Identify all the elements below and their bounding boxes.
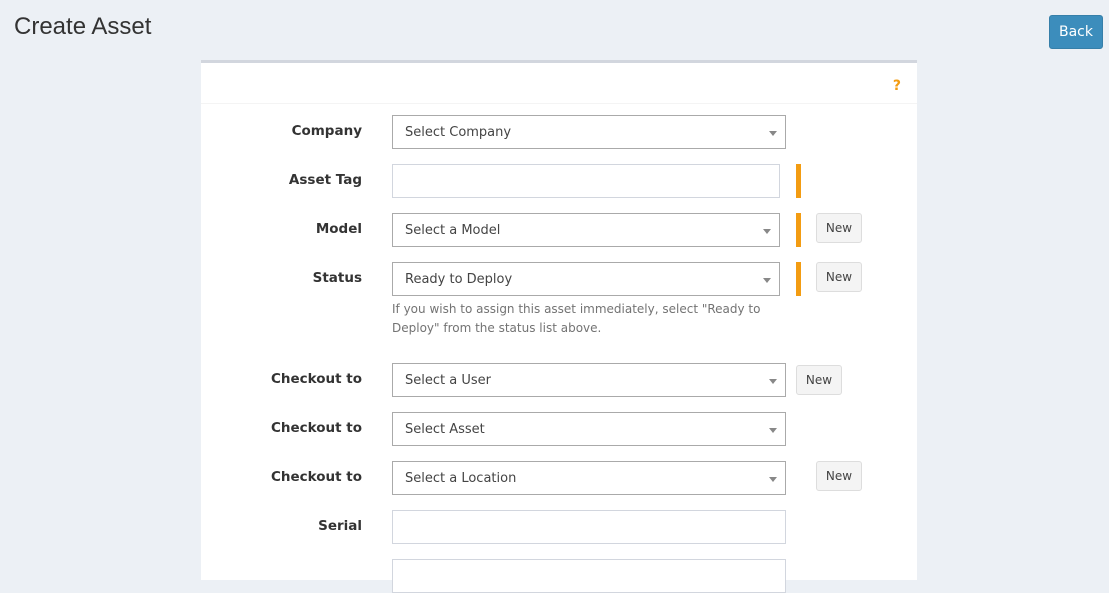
- chevron-down-icon: [763, 229, 771, 234]
- page-title: Create Asset: [14, 13, 152, 40]
- new-status-button[interactable]: New: [816, 262, 862, 292]
- checkout-asset-select-value: Select Asset: [405, 422, 485, 437]
- back-button[interactable]: Back: [1049, 15, 1103, 49]
- create-asset-form-panel: ? Company Select Company Asset Tag Model…: [201, 60, 917, 593]
- checkout-location-select[interactable]: Select a Location: [392, 461, 786, 495]
- chevron-down-icon: [763, 278, 771, 283]
- checkout-user-select-value: Select a User: [405, 373, 491, 388]
- required-indicator: [796, 262, 801, 296]
- checkout-user-label: Checkout to: [270, 371, 362, 387]
- checkout-user-select[interactable]: Select a User: [392, 363, 786, 397]
- panel-header: ?: [201, 63, 917, 104]
- asset-tag-input[interactable]: [392, 164, 780, 198]
- model-select-value: Select a Model: [405, 223, 501, 238]
- checkout-location-label: Checkout to: [270, 469, 362, 485]
- company-label: Company: [291, 123, 362, 139]
- status-select[interactable]: Ready to Deploy: [392, 262, 780, 296]
- serial-input[interactable]: [392, 510, 786, 544]
- help-icon[interactable]: ?: [893, 78, 901, 94]
- new-user-button[interactable]: New: [796, 365, 842, 395]
- model-label: Model: [315, 221, 362, 237]
- chevron-down-icon: [769, 477, 777, 482]
- asset-tag-label: Asset Tag: [288, 172, 362, 188]
- status-help-text: If you wish to assign this asset immedia…: [392, 302, 761, 335]
- status-label: Status: [312, 270, 362, 286]
- model-select[interactable]: Select a Model: [392, 213, 780, 247]
- required-indicator: [796, 164, 801, 198]
- serial-label: Serial: [318, 518, 362, 534]
- chevron-down-icon: [769, 428, 777, 433]
- new-model-button[interactable]: New: [816, 213, 862, 243]
- chevron-down-icon: [769, 379, 777, 384]
- status-select-value: Ready to Deploy: [405, 272, 513, 287]
- chevron-down-icon: [769, 131, 777, 136]
- company-select-value: Select Company: [405, 125, 512, 140]
- checkout-asset-label: Checkout to: [270, 420, 362, 436]
- required-indicator: [796, 213, 801, 247]
- next-field-input[interactable]: [392, 559, 786, 593]
- checkout-asset-select[interactable]: Select Asset: [392, 412, 786, 446]
- checkout-location-select-value: Select a Location: [405, 471, 517, 486]
- new-location-button[interactable]: New: [816, 461, 862, 491]
- company-select[interactable]: Select Company: [392, 115, 786, 149]
